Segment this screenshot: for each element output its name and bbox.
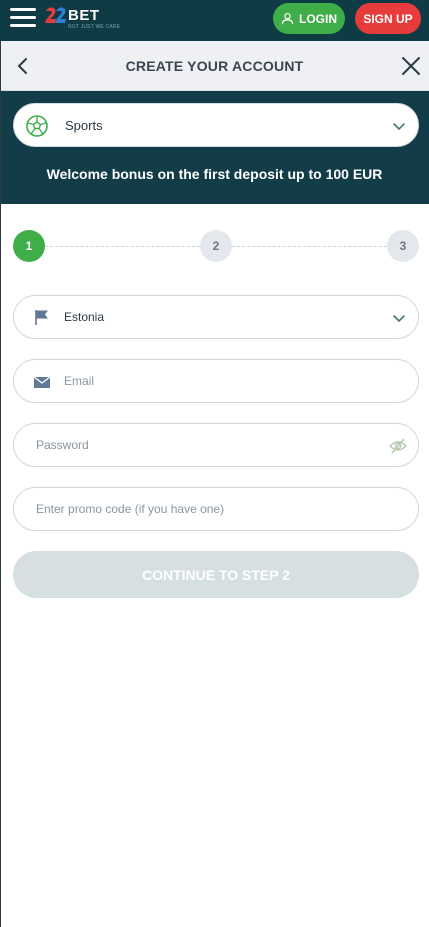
- bonus-message: Welcome bonus on the first deposit up to…: [46, 166, 383, 182]
- step-1: 1: [13, 230, 45, 262]
- logo-text: BET: [68, 7, 100, 24]
- menu-icon[interactable]: [10, 6, 36, 30]
- continue-button[interactable]: CONTINUE TO STEP 2: [13, 551, 419, 598]
- logo-tagline: NOT JUST WE CARE: [68, 24, 121, 30]
- email-field: [13, 359, 419, 403]
- country-value: Estonia: [64, 310, 105, 324]
- password-input[interactable]: [36, 424, 386, 466]
- password-field: [13, 423, 419, 467]
- bonus-banner: Sports Welcome bonus on the first deposi…: [0, 91, 429, 204]
- user-icon: [281, 12, 294, 25]
- logo-mark-icon: [45, 7, 66, 23]
- eye-icon[interactable]: [388, 437, 408, 455]
- step-2: 2: [200, 230, 232, 262]
- left-edge-divider: [0, 41, 1, 927]
- bonus-type-value: Sports: [65, 118, 103, 133]
- panel-header: CREATE YOUR ACCOUNT: [0, 41, 429, 91]
- email-input[interactable]: [64, 360, 404, 402]
- close-icon[interactable]: [400, 55, 422, 77]
- envelope-icon: [33, 373, 51, 391]
- signup-label: SIGN UP: [363, 11, 413, 26]
- chevron-down-icon: [392, 311, 406, 325]
- signup-button[interactable]: SIGN UP: [355, 3, 421, 34]
- promo-code-input[interactable]: [36, 488, 406, 530]
- step-connector: [45, 246, 200, 247]
- step-indicator: 1 2 3: [0, 230, 429, 264]
- chevron-down-icon: [392, 119, 406, 133]
- soccer-ball-icon: [25, 114, 49, 138]
- step-connector: [232, 246, 387, 247]
- login-label: LOGIN: [299, 11, 337, 26]
- panel-title: CREATE YOUR ACCOUNT: [125, 58, 304, 74]
- login-button[interactable]: LOGIN: [273, 3, 345, 34]
- bonus-type-select[interactable]: Sports: [13, 103, 419, 147]
- country-select[interactable]: Estonia: [13, 295, 419, 339]
- brand-logo[interactable]: BET NOT JUST WE CARE: [44, 5, 124, 33]
- flag-icon: [33, 308, 51, 326]
- promo-code-field: [13, 487, 419, 531]
- top-bar: BET NOT JUST WE CARE LOGIN SIGN UP: [0, 0, 429, 41]
- step-3: 3: [387, 230, 419, 262]
